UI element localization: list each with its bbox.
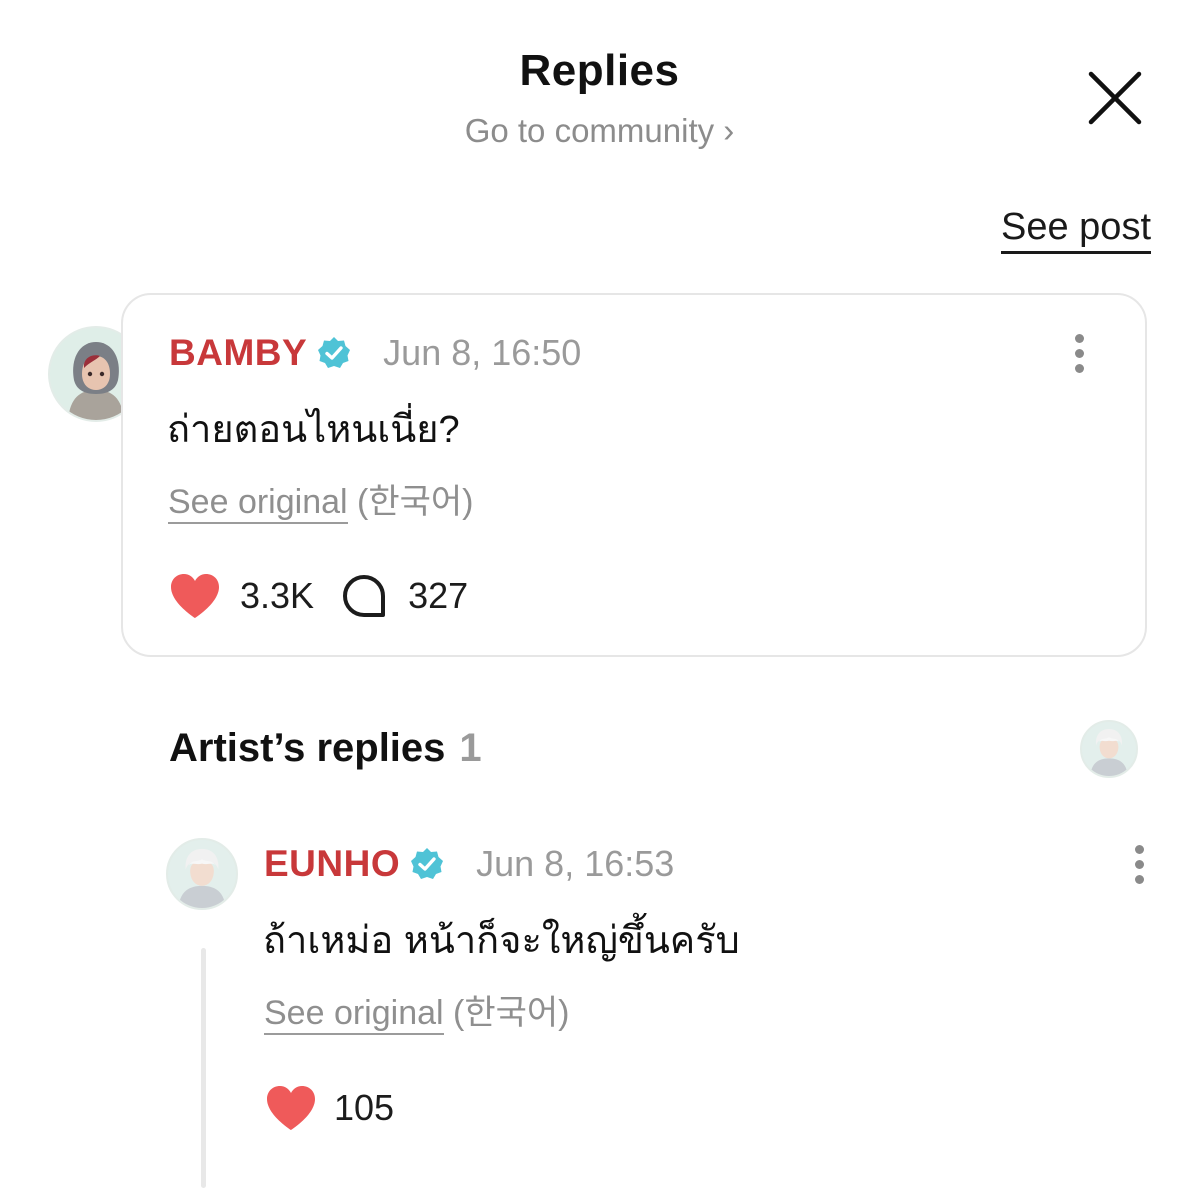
see-post-link[interactable]: See post (1001, 205, 1151, 254)
reply-meta: EUNHO Jun 8, 16:53 (264, 842, 674, 886)
reply-stats: 105 (264, 1082, 394, 1134)
post-username[interactable]: BAMBY (169, 332, 307, 374)
artist-avatar[interactable] (1080, 720, 1138, 778)
reply-see-original-row: See original (한국어) (264, 985, 570, 1035)
reply-more-options-icon[interactable] (1131, 845, 1147, 889)
post-reply-count: 327 (408, 575, 469, 616)
reply-timestamp: Jun 8, 16:53 (476, 843, 675, 884)
reply-avatar-icon (168, 840, 236, 908)
reply-username[interactable]: EUNHO (264, 843, 400, 885)
verified-badge-icon (411, 848, 444, 879)
page-title: Replies (519, 46, 680, 95)
reply-see-original-link[interactable]: See original (264, 994, 444, 1035)
artist-replies-count: 1 (459, 726, 482, 770)
heart-icon[interactable] (168, 572, 222, 620)
post-meta: BAMBY Jun 8, 16:50 (169, 331, 581, 375)
verified-badge-icon (318, 337, 351, 368)
heart-icon[interactable] (264, 1084, 318, 1132)
reply-avatar[interactable] (166, 838, 238, 910)
reply-text: ถ้าเหม่อ หน้าก็จะใหญ่ขึ้นครับ (263, 920, 740, 962)
go-to-community-link[interactable]: Go to community › (0, 112, 1199, 150)
post-timestamp: Jun 8, 16:50 (383, 332, 582, 373)
post-more-options-icon[interactable] (1071, 334, 1087, 378)
reply-original-language: (한국어) (453, 994, 570, 1032)
post-original-language: (한국어) (357, 483, 474, 521)
artist-replies-title: Artist’s replies (169, 726, 446, 770)
comment-bubble-icon[interactable] (340, 572, 388, 620)
thread-line (201, 948, 206, 1188)
post-like-count: 3.3K (240, 575, 315, 616)
reply-like-count: 105 (334, 1087, 395, 1128)
post-stats: 3.3K 327 (168, 570, 468, 622)
artist-replies-heading: Artist’s replies 1 (169, 726, 482, 771)
post-text: ถ่ายตอนไหนเนี่ย? (167, 409, 460, 451)
artist-avatar-icon (1082, 722, 1136, 776)
close-icon[interactable] (1085, 68, 1145, 128)
post-see-original-link[interactable]: See original (168, 483, 348, 524)
post-see-original-row: See original (한국어) (168, 474, 474, 524)
